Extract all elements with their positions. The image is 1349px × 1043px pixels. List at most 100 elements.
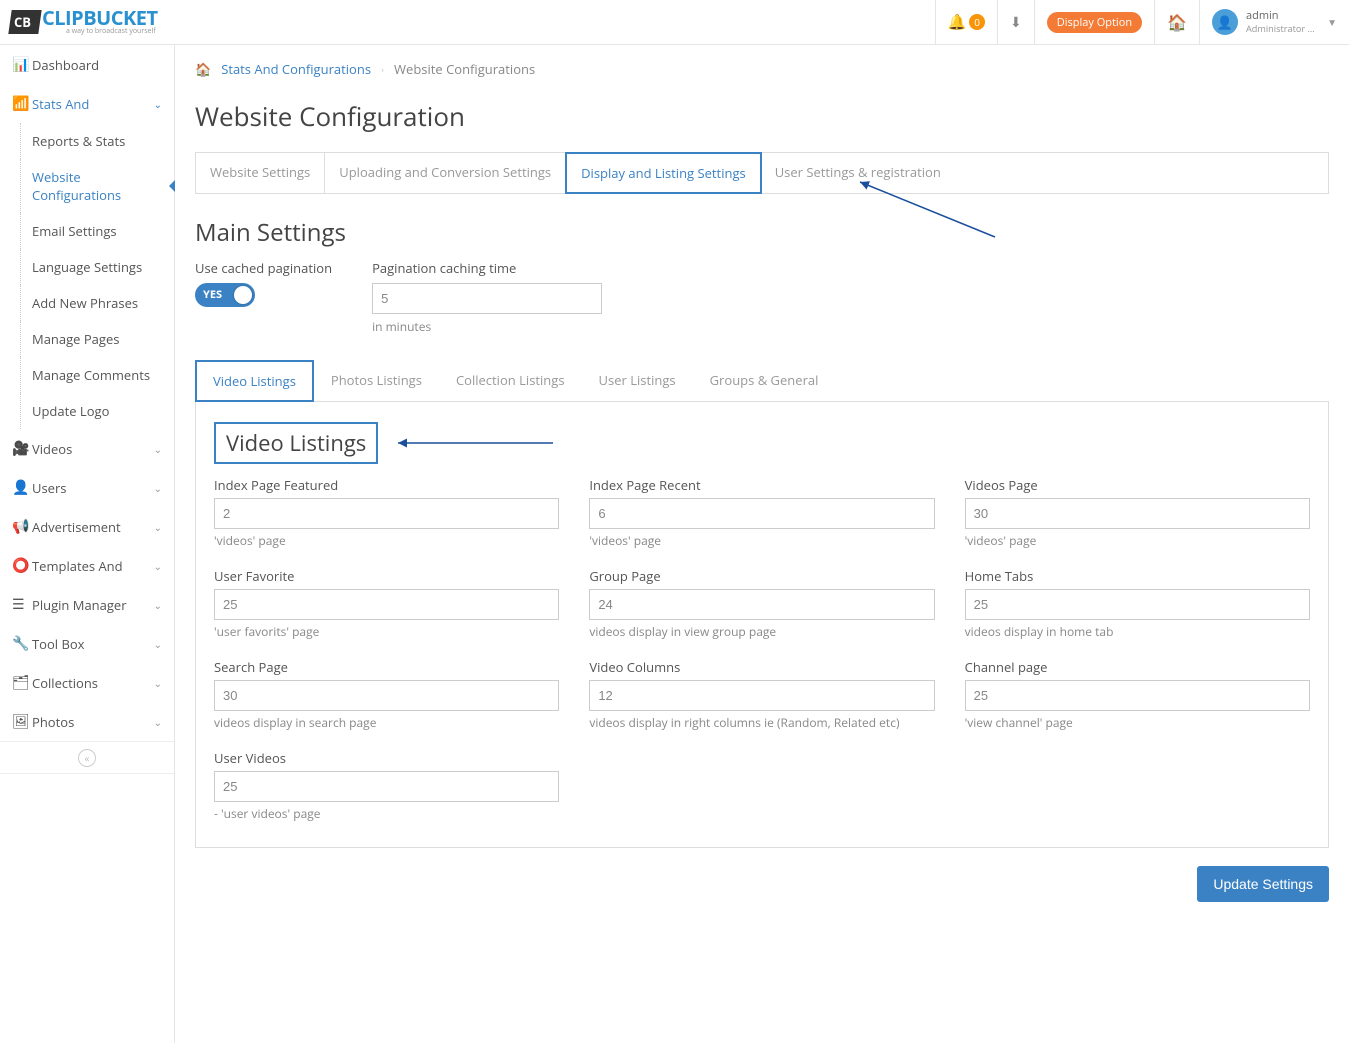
chevron-down-icon: ⌄	[154, 715, 162, 729]
user-menu[interactable]: 👤 admin Administrator ... ▼	[1199, 0, 1349, 45]
channel-page-input[interactable]	[965, 680, 1310, 711]
subtab-photos-listings[interactable]: Photos Listings	[314, 360, 439, 402]
listing-sub-tabs: Video Listings Photos Listings Collectio…	[195, 360, 1329, 402]
sidebar-sub-logo[interactable]: Update Logo	[0, 393, 174, 429]
breadcrumb-link-1[interactable]: Stats And Configurations	[221, 60, 371, 78]
chevron-down-icon: ⌄	[154, 97, 162, 111]
pagination-time-input[interactable]	[372, 283, 602, 314]
home-tabs-hint: videos display in home tab	[965, 623, 1310, 640]
logo-icon	[8, 10, 41, 34]
channel-page-label: Channel page	[965, 658, 1310, 676]
videos-page-hint: 'videos' page	[965, 532, 1310, 549]
group-page-input[interactable]	[589, 589, 934, 620]
sidebar-item-plugin[interactable]: ☰Plugin Manager⌄	[0, 585, 174, 624]
home-icon[interactable]: 🏠	[195, 60, 211, 78]
user-name: admin	[1246, 8, 1279, 23]
chevron-right-icon: ›	[381, 62, 384, 76]
chevron-down-icon: ⌄	[154, 520, 162, 534]
sidebar-sub-phrases[interactable]: Add New Phrases	[0, 285, 174, 321]
image-icon: 🖼	[12, 712, 32, 731]
sidebar-item-advertisement[interactable]: 📢Advertisement⌄	[0, 507, 174, 546]
subtab-user-listings[interactable]: User Listings	[582, 360, 693, 402]
index-featured-hint: 'videos' page	[214, 532, 559, 549]
group-page-label: Group Page	[589, 567, 934, 585]
user-videos-label: User Videos	[214, 749, 559, 767]
sidebar-sub-language[interactable]: Language Settings	[0, 249, 174, 285]
play-circle-icon: ⭕	[12, 556, 32, 575]
wrench-icon: 🔧	[12, 634, 32, 653]
home-tabs-label: Home Tabs	[965, 567, 1310, 585]
sidebar-item-toolbox[interactable]: 🔧Tool Box⌄	[0, 624, 174, 663]
home-button[interactable]: 🏠	[1154, 0, 1199, 45]
subtab-groups-general[interactable]: Groups & General	[693, 360, 836, 402]
pagination-time-help: in minutes	[372, 318, 602, 335]
video-columns-label: Video Columns	[589, 658, 934, 676]
tab-website-settings[interactable]: Website Settings	[196, 153, 325, 193]
chevron-down-icon: ⌄	[154, 637, 162, 651]
sidebar-sub-reports[interactable]: Reports & Stats	[0, 123, 174, 159]
video-columns-hint: videos display in right columns ie (Rand…	[589, 714, 934, 731]
sidebar-item-collections[interactable]: 🗂Collections⌄	[0, 663, 174, 702]
video-icon: 🎥	[12, 439, 32, 458]
videos-page-input[interactable]	[965, 498, 1310, 529]
user-videos-input[interactable]	[214, 771, 559, 802]
index-featured-input[interactable]	[214, 498, 559, 529]
tab-upload-settings[interactable]: Uploading and Conversion Settings	[325, 153, 566, 193]
collapse-sidebar-button[interactable]: «	[0, 741, 174, 774]
search-page-input[interactable]	[214, 680, 559, 711]
download-button[interactable]: ⬇	[997, 0, 1034, 45]
chevron-down-icon: ▼	[1327, 15, 1337, 29]
subtab-video-listings[interactable]: Video Listings	[195, 360, 314, 402]
display-option-button[interactable]: Display Option	[1034, 0, 1154, 45]
download-icon: ⬇	[1010, 13, 1022, 32]
sidebar-item-stats[interactable]: 📶 Stats And ⌄	[0, 84, 174, 123]
user-videos-hint: - 'user videos' page	[214, 805, 559, 822]
notif-count: 0	[969, 14, 985, 30]
sidebar-item-users[interactable]: 👤Users⌄	[0, 468, 174, 507]
toggle-knob	[234, 286, 252, 304]
bell-icon: 🔔	[948, 12, 967, 32]
search-page-hint: videos display in search page	[214, 714, 559, 731]
chevron-down-icon: ⌄	[154, 481, 162, 495]
sidebar-item-dashboard[interactable]: 📊 Dashboard	[0, 45, 174, 84]
logo[interactable]: CLIPBUCKET a way to broadcast yourself	[0, 0, 175, 45]
breadcrumb-current: Website Configurations	[394, 60, 535, 78]
video-columns-input[interactable]	[589, 680, 934, 711]
search-page-label: Search Page	[214, 658, 559, 676]
chevron-down-icon: ⌄	[154, 598, 162, 612]
sidebar-item-label: Stats And	[32, 95, 89, 113]
index-recent-hint: 'videos' page	[589, 532, 934, 549]
breadcrumb: 🏠 Stats And Configurations › Website Con…	[195, 60, 1329, 78]
main-settings-heading: Main Settings	[195, 216, 1329, 249]
user-favorite-label: User Favorite	[214, 567, 559, 585]
update-settings-button[interactable]: Update Settings	[1197, 866, 1329, 902]
sidebar-sub-comments[interactable]: Manage Comments	[0, 357, 174, 393]
sidebar-sub-email[interactable]: Email Settings	[0, 213, 174, 249]
collections-icon: 🗂	[12, 673, 32, 692]
cache-pagination-label: Use cached pagination	[195, 259, 332, 277]
sidebar-sub-pages[interactable]: Manage Pages	[0, 321, 174, 357]
tab-user-settings[interactable]: User Settings & registration	[761, 153, 955, 193]
user-role: Administrator ...	[1246, 22, 1315, 35]
chevron-down-icon: ⌄	[154, 559, 162, 573]
subtab-collection-listings[interactable]: Collection Listings	[439, 360, 582, 402]
sidebar-sub-website-config[interactable]: Website Configurations	[0, 159, 174, 213]
group-page-hint: videos display in view group page	[589, 623, 934, 640]
sidebar: 📊 Dashboard 📶 Stats And ⌄ Reports & Stat…	[0, 45, 175, 1043]
user-favorite-input[interactable]	[214, 589, 559, 620]
tab-display-settings[interactable]: Display and Listing Settings	[565, 152, 762, 194]
user-icon: 👤	[12, 478, 32, 497]
sidebar-item-templates[interactable]: ⭕Templates And⌄	[0, 546, 174, 585]
sidebar-item-videos[interactable]: 🎥Videos⌄	[0, 429, 174, 468]
dashboard-icon: 📊	[12, 55, 32, 74]
user-favorite-hint: 'user favorits' page	[214, 623, 559, 640]
index-recent-input[interactable]	[589, 498, 934, 529]
notifications-button[interactable]: 🔔 0	[935, 0, 997, 45]
cache-pagination-toggle[interactable]: YES	[195, 283, 255, 307]
list-icon: ☰	[12, 595, 32, 614]
home-tabs-input[interactable]	[965, 589, 1310, 620]
index-recent-label: Index Page Recent	[589, 476, 934, 494]
sidebar-item-photos[interactable]: 🖼Photos⌄	[0, 702, 174, 741]
chevron-down-icon: ⌄	[154, 676, 162, 690]
settings-tabs: Website Settings Uploading and Conversio…	[195, 152, 1329, 194]
